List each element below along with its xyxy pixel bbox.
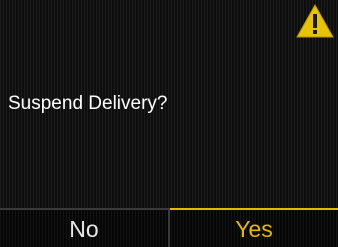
yes-button[interactable]: Yes <box>170 208 338 247</box>
softkey-bar: No Yes <box>0 208 338 247</box>
dialog-prompt: Suspend Delivery? <box>8 93 168 114</box>
pump-screen: Suspend Delivery? No Yes <box>0 0 338 247</box>
no-button[interactable]: No <box>0 208 170 247</box>
warning-icon <box>296 3 334 38</box>
